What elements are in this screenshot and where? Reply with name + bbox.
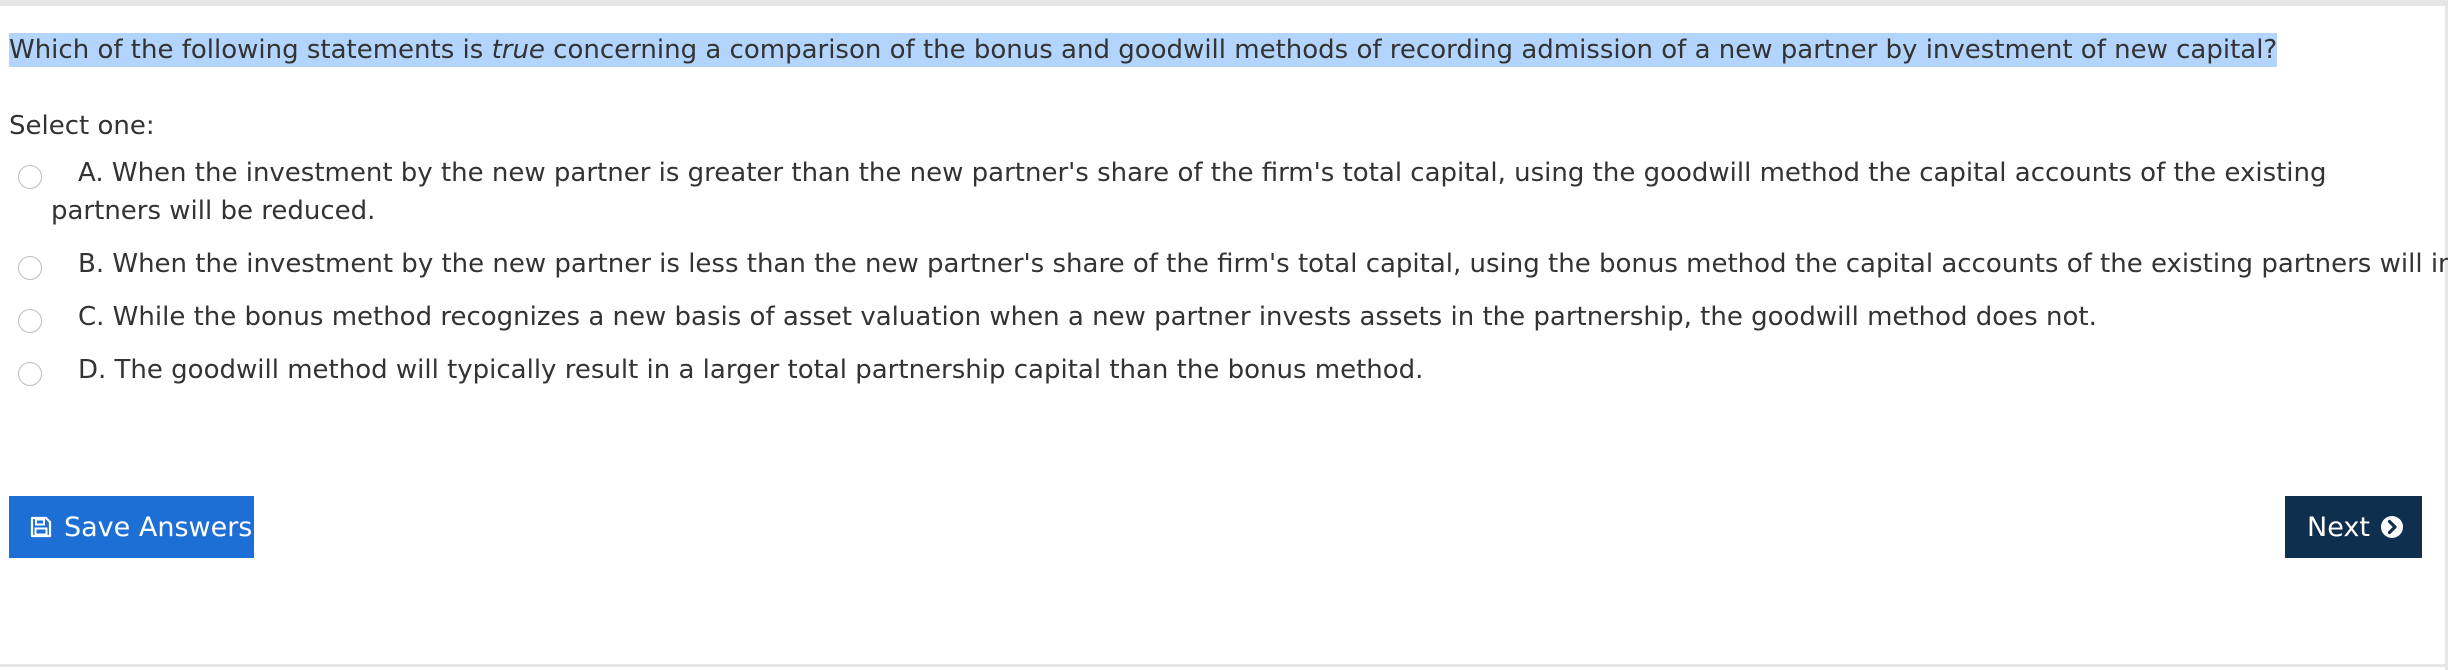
next-button[interactable]: Next xyxy=(2285,496,2422,558)
question-text: Which of the following statements is tru… xyxy=(9,30,2278,70)
option-b-text: B. When the investment by the new partne… xyxy=(78,249,2448,279)
option-c-text: C. While the bonus method recognizes a n… xyxy=(78,302,2097,332)
bottom-divider xyxy=(0,664,2448,667)
top-divider xyxy=(0,0,2448,6)
radio-option-d[interactable] xyxy=(18,362,42,386)
radio-option-a[interactable] xyxy=(18,165,42,189)
radio-option-b[interactable] xyxy=(18,256,42,280)
option-d-text: D. The goodwill method will typically re… xyxy=(78,355,1424,385)
save-answers-button[interactable]: Save Answers xyxy=(9,496,254,558)
question-text-after: concerning a comparison of the bonus and… xyxy=(544,35,2278,65)
option-a-text: A. When the investment by the new partne… xyxy=(51,158,2327,226)
floppy-disk-icon xyxy=(29,515,53,539)
chevron-circle-right-icon xyxy=(2380,515,2404,539)
next-label: Next xyxy=(2307,511,2370,543)
question-emphasis: true xyxy=(491,35,545,65)
question-text-before: Which of the following statements is xyxy=(9,35,492,65)
save-answers-label: Save Answers xyxy=(64,511,253,543)
select-one-prompt: Select one: xyxy=(9,111,155,141)
question-highlight: Which of the following statements is tru… xyxy=(9,33,2278,67)
radio-option-c[interactable] xyxy=(18,309,42,333)
